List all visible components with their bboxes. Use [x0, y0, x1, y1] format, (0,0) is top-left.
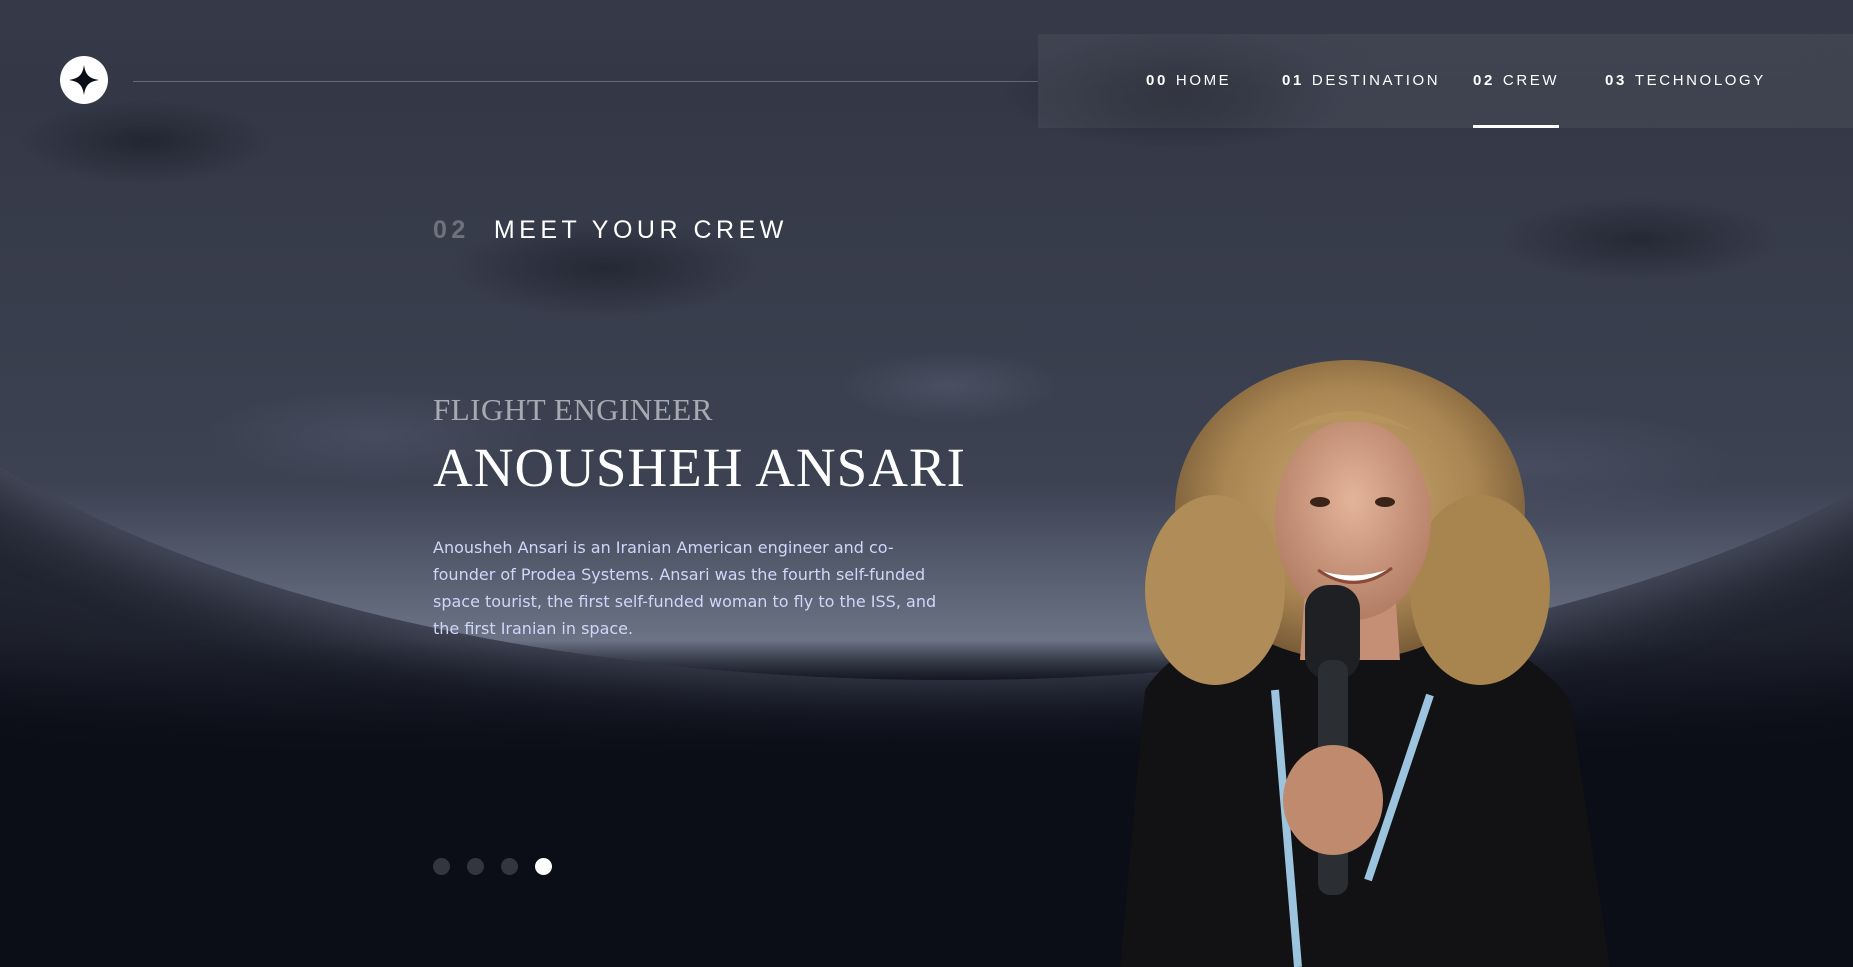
page-title-number: 02 — [433, 216, 470, 244]
crew-page: 00 HOME 01 DESTINATION 02 CREW 03 TECHNOLOGY… — [0, 0, 1853, 967]
crew-dot-2[interactable] — [467, 858, 484, 875]
crew-name: ANOUSHEH ANSARI — [433, 437, 966, 498]
crew-dot-4[interactable] — [535, 858, 552, 875]
crew-role: FLIGHT ENGINEER — [433, 392, 713, 427]
header-divider — [133, 81, 1038, 82]
crew-dot-3[interactable] — [501, 858, 518, 875]
four-point-star-icon[interactable] — [60, 56, 108, 104]
page-title-text: MEET YOUR CREW — [493, 216, 788, 244]
nav-item-technology[interactable]: 03 TECHNOLOGY — [1605, 34, 1766, 128]
main-nav: 00 HOME 01 DESTINATION 02 CREW 03 TECHNOLOGY — [1038, 34, 1853, 128]
crew-bio: Anousheh Ansari is an Iranian American e… — [433, 538, 937, 638]
crew-portrait — [1120, 360, 1610, 967]
nav-item-destination[interactable]: 01 DESTINATION — [1282, 34, 1440, 128]
crew-dot-1[interactable] — [433, 858, 450, 875]
nav-item-home[interactable]: 00 HOME — [1146, 34, 1231, 128]
page-title: 02 MEET YOUR CREW — [433, 216, 788, 245]
nav-item-crew[interactable]: 02 CREW — [1473, 34, 1560, 128]
